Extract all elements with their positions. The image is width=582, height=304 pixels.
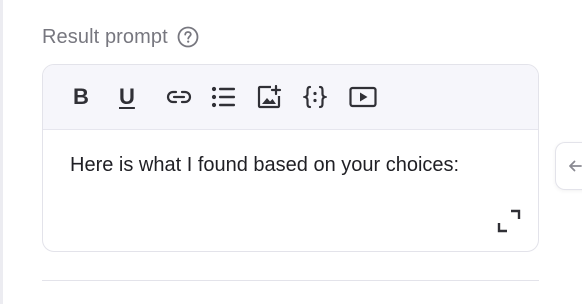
add-image-icon bbox=[257, 85, 282, 109]
link-icon bbox=[166, 90, 192, 104]
question-circle-icon[interactable] bbox=[177, 26, 199, 48]
bold-icon: B bbox=[73, 84, 89, 109]
bullet-list-button[interactable] bbox=[211, 77, 257, 117]
field-label-row: Result prompt bbox=[42, 24, 199, 50]
field-label: Result prompt bbox=[42, 25, 168, 48]
video-button[interactable] bbox=[349, 77, 395, 117]
editor-toolbar: B U bbox=[43, 65, 538, 130]
section-divider bbox=[42, 280, 539, 281]
editor-content-area[interactable]: Here is what I found based on your choic… bbox=[43, 130, 538, 251]
underline-button[interactable]: U bbox=[119, 77, 165, 117]
expand-icon[interactable] bbox=[496, 208, 522, 234]
arrow-left-icon bbox=[569, 160, 582, 172]
variable-button[interactable] bbox=[303, 77, 349, 117]
variable-braces-icon bbox=[303, 85, 327, 109]
underline-icon: U bbox=[119, 84, 135, 109]
video-play-icon bbox=[349, 86, 377, 108]
editor-text: Here is what I found based on your choic… bbox=[70, 154, 460, 176]
add-image-button[interactable] bbox=[257, 77, 303, 117]
link-button[interactable] bbox=[165, 77, 211, 117]
bullet-list-icon bbox=[211, 86, 235, 108]
collapse-panel-tab[interactable] bbox=[555, 142, 582, 190]
bold-button[interactable]: B bbox=[73, 77, 119, 117]
rich-text-editor: B U Here is what I found based on your c… bbox=[42, 64, 539, 252]
panel-left-border bbox=[0, 0, 3, 304]
